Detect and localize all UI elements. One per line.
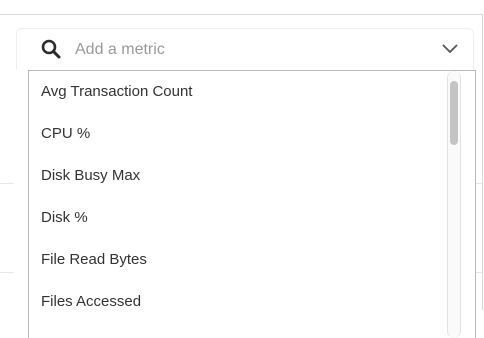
- metric-option[interactable]: Files Accessed: [29, 281, 445, 323]
- divider-line: [0, 183, 14, 184]
- metric-search-input[interactable]: [75, 37, 415, 63]
- search-icon: [41, 39, 61, 59]
- divider-line: [0, 272, 14, 273]
- panel-right-border: [482, 14, 483, 310]
- scrollbar-thumb[interactable]: [450, 81, 458, 145]
- metric-search-bar[interactable]: [16, 28, 474, 70]
- chevron-down-icon[interactable]: [441, 42, 459, 56]
- metric-option[interactable]: CPU %: [29, 113, 445, 155]
- metric-option[interactable]: File Read Bytes: [29, 239, 445, 281]
- metric-options-list[interactable]: Avg Transaction Count CPU % Disk Busy Ma…: [28, 70, 476, 338]
- metric-picker[interactable]: Avg Transaction Count CPU % Disk Busy Ma…: [16, 28, 476, 338]
- metric-option[interactable]: Avg Transaction Count: [29, 71, 445, 113]
- metric-option[interactable]: Disk %: [29, 197, 445, 239]
- panel-top-border: [0, 14, 483, 15]
- scrollbar-track[interactable]: [447, 71, 461, 338]
- metric-option[interactable]: Disk Busy Max: [29, 155, 445, 197]
